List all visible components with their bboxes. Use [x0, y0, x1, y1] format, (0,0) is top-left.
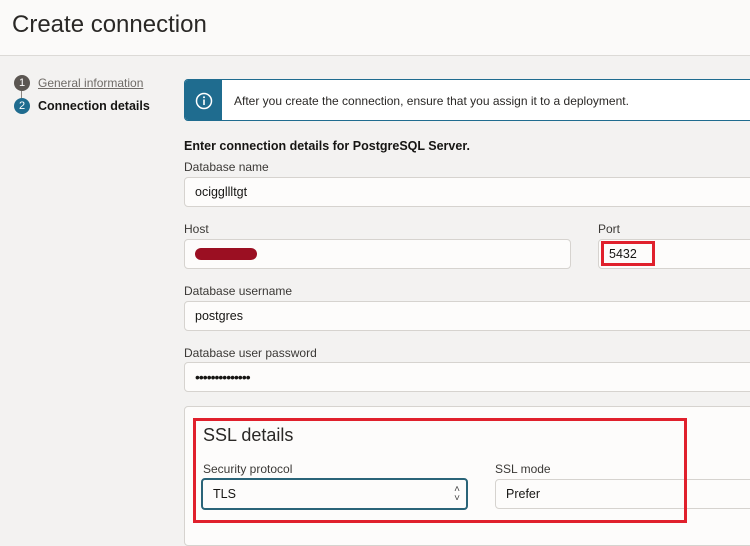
info-banner: After you create the connection, ensure … — [184, 79, 750, 121]
step-2-number: 2 — [14, 98, 30, 114]
password-label: Database user password — [184, 346, 317, 360]
page-title: Create connection — [12, 11, 207, 38]
banner-text: After you create the connection, ensure … — [234, 94, 629, 108]
ssl-highlight — [193, 418, 687, 523]
form-heading: Enter connection details for PostgreSQL … — [184, 139, 470, 153]
redacted-host-value — [195, 248, 257, 260]
host-label: Host — [184, 222, 209, 236]
step-connection-details[interactable]: Connection details — [38, 99, 150, 113]
info-icon — [185, 80, 222, 120]
database-name-input[interactable]: ociggllltgt — [184, 177, 750, 207]
username-label: Database username — [184, 284, 293, 298]
database-name-label: Database name — [184, 160, 269, 174]
username-input[interactable]: postgres — [184, 301, 750, 331]
port-highlight — [601, 241, 655, 266]
host-input[interactable] — [184, 239, 571, 269]
step-general-information[interactable]: General information — [38, 76, 143, 90]
step-1-number: 1 — [14, 75, 30, 91]
port-label: Port — [598, 222, 621, 236]
password-input[interactable]: •••••••••••••• — [184, 362, 750, 392]
